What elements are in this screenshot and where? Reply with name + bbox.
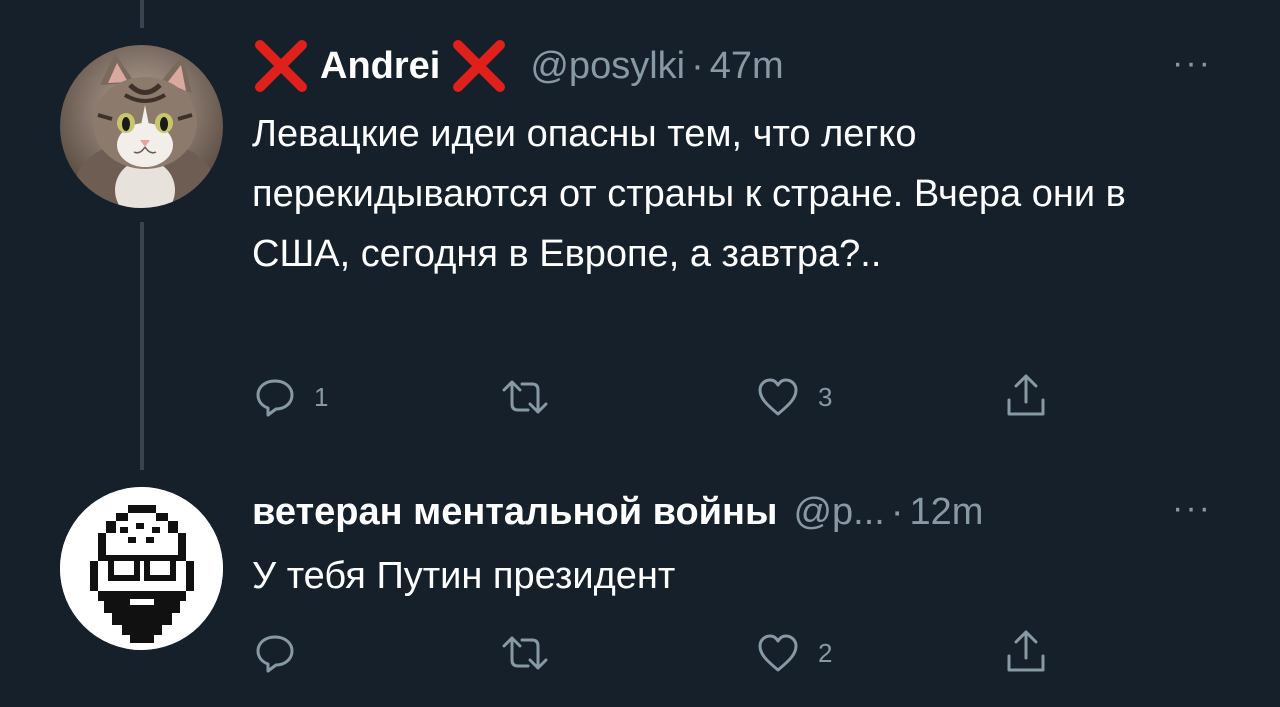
- red-x-icon: [255, 40, 307, 92]
- like-count: 3: [818, 381, 833, 412]
- share-icon: [1007, 374, 1045, 416]
- more-options-button[interactable]: ···: [1172, 491, 1212, 525]
- thread-connector: [140, 0, 144, 28]
- retweet-button[interactable]: [500, 632, 568, 674]
- tweet-timestamp[interactable]: 47m: [710, 45, 784, 88]
- reply-button[interactable]: [254, 632, 314, 674]
- reply-count: 1: [314, 381, 329, 412]
- avatar[interactable]: [60, 487, 223, 650]
- retweet-icon: [502, 380, 548, 414]
- cat-photo-icon: [60, 45, 223, 208]
- more-options-button[interactable]: ···: [1172, 46, 1212, 80]
- heart-icon: [758, 378, 798, 416]
- tweet-header: Andrei @posylki · 47m: [252, 36, 784, 96]
- share-icon: [1007, 630, 1045, 672]
- avatar[interactable]: [60, 45, 223, 208]
- like-count: 2: [818, 637, 833, 668]
- heart-icon: [758, 634, 798, 672]
- user-handle[interactable]: @posylki: [530, 45, 685, 88]
- separator-dot: ·: [890, 490, 904, 533]
- like-button[interactable]: 2: [756, 632, 832, 674]
- tweet-header: ветеран ментальной войны @p... · 12m: [252, 482, 983, 542]
- tweet-text: У тебя Путин президент: [252, 555, 676, 597]
- retweet-button[interactable]: [500, 376, 568, 418]
- display-name[interactable]: Andrei: [320, 45, 440, 88]
- pixel-bearded-man-icon: [60, 487, 223, 650]
- share-button[interactable]: [1004, 372, 1048, 418]
- reply-icon: [256, 635, 294, 673]
- tweet-timestamp[interactable]: 12m: [910, 491, 984, 534]
- user-handle[interactable]: @p...: [793, 491, 884, 534]
- tweet-thread: Andrei @posylki · 47m ··· Левацкие идеи …: [0, 0, 1280, 707]
- tweet-text: Левацкие идеи опасны тем, что легко пере…: [252, 113, 1126, 275]
- display-name[interactable]: ветеран ментальной войны: [252, 491, 777, 534]
- like-button[interactable]: 3: [756, 376, 832, 418]
- share-button[interactable]: [1004, 628, 1048, 674]
- thread-connector: [140, 222, 144, 470]
- reply-button[interactable]: 1: [254, 376, 328, 418]
- reply-icon: [256, 379, 294, 417]
- retweet-icon: [502, 636, 548, 670]
- red-x-icon: [453, 40, 506, 92]
- separator-dot: ·: [691, 44, 704, 87]
